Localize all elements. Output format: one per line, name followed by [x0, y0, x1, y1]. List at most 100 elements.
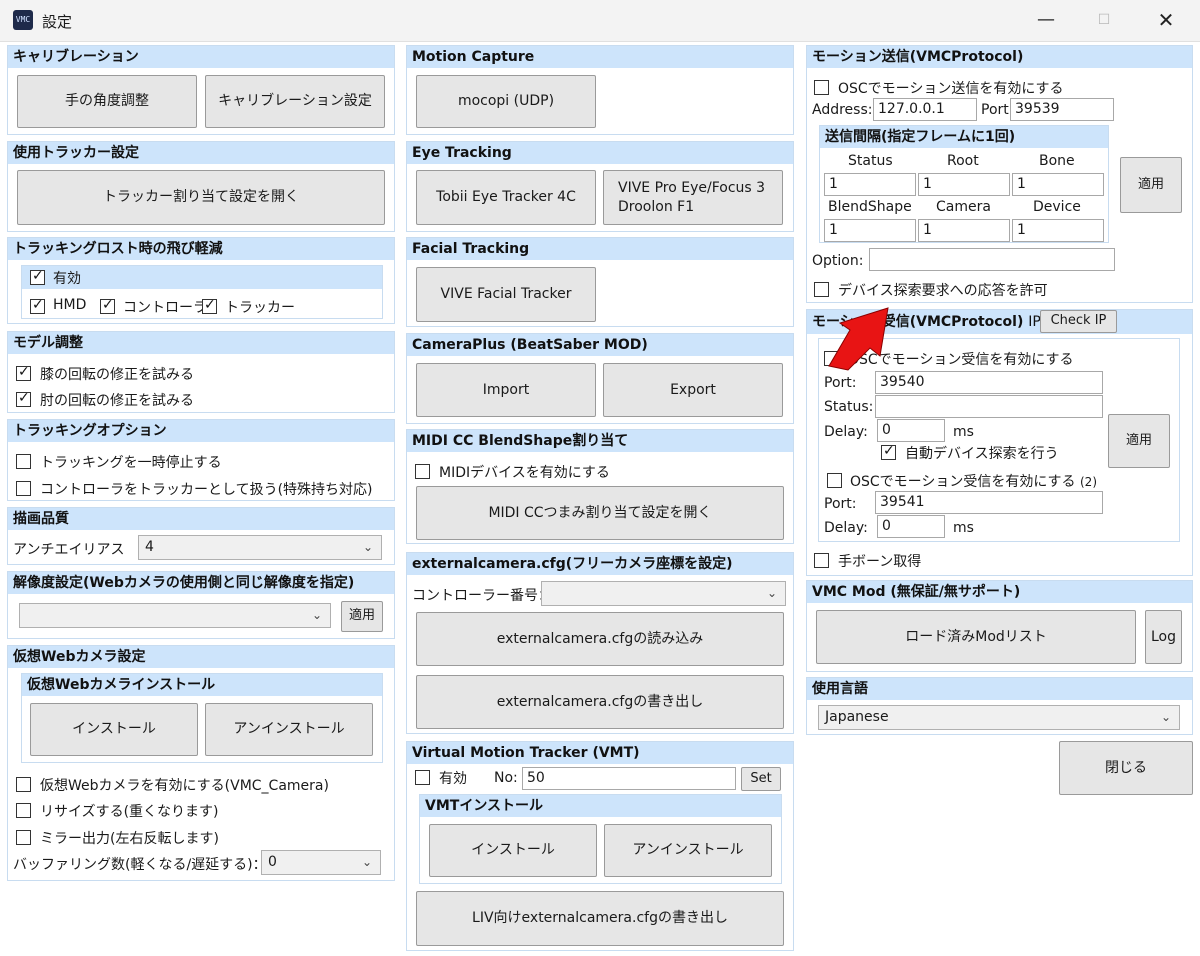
- tracker-settings-header: 使用トラッカー設定: [8, 142, 394, 164]
- facial-tracking-header: Facial Tracking: [407, 238, 793, 260]
- render-quality-header: 描画品質: [8, 508, 394, 530]
- vive-button-line1: VIVE Pro Eye/Focus 3: [618, 180, 766, 197]
- controller-as-tracker-checkbox[interactable]: [16, 481, 31, 496]
- motion-receive-apply-button[interactable]: 適用: [1108, 414, 1170, 468]
- webcam-uninstall-button[interactable]: アンインストール: [205, 703, 373, 756]
- midi-open-button[interactable]: MIDI CCつまみ割り当て設定を開く: [416, 486, 784, 540]
- language-select[interactable]: Japanese ⌄: [818, 705, 1180, 730]
- device-interval-input[interactable]: 1: [1012, 219, 1104, 242]
- hand-bone-checkbox[interactable]: [814, 553, 829, 568]
- close-icon[interactable]: ✕: [1138, 0, 1194, 42]
- root-interval-label: Root: [947, 153, 979, 169]
- receive-delay2-label: Delay:: [824, 520, 868, 536]
- elbow-checkbox[interactable]: [16, 390, 31, 407]
- webcam-mirror-checkbox[interactable]: [16, 830, 31, 845]
- blendshape-interval-label: BlendShape: [828, 199, 912, 215]
- resolution-apply-button[interactable]: 適用: [341, 601, 383, 632]
- mocopi-button[interactable]: mocopi (UDP): [416, 75, 596, 128]
- buffer-select[interactable]: 0 ⌄: [261, 850, 381, 875]
- controller-checkbox[interactable]: [100, 297, 115, 314]
- log-button[interactable]: Log: [1145, 610, 1182, 664]
- resolution-select[interactable]: ⌄: [19, 603, 331, 628]
- pause-tracking-label: トラッキングを一時停止する: [40, 455, 222, 471]
- auto-discovery-checkbox[interactable]: [881, 443, 896, 460]
- address-input[interactable]: 127.0.0.1: [873, 98, 977, 121]
- port-label: Port:: [981, 102, 1014, 118]
- receive2-suffix: (2): [1080, 475, 1097, 489]
- controller-no-select[interactable]: ⌄: [541, 581, 786, 606]
- webcam-install-button[interactable]: インストール: [30, 703, 198, 756]
- option-label: Option:: [812, 253, 864, 269]
- hand-angle-button[interactable]: 手の角度調整: [17, 75, 197, 128]
- language-value: Japanese: [825, 709, 889, 725]
- webcam-enable-label: 仮想Webカメラを有効にする(VMC_Camera): [40, 778, 329, 794]
- midi-enable-checkbox[interactable]: [415, 464, 430, 479]
- port-input[interactable]: 39539: [1010, 98, 1114, 121]
- vmt-uninstall-button[interactable]: アンインストール: [604, 824, 772, 877]
- title-bar: VMC 設定 — ☐ ✕: [0, 0, 1200, 42]
- maximize-icon[interactable]: ☐: [1076, 0, 1132, 42]
- receive2-enable-text: OSCでモーション受信を有効にする: [850, 474, 1076, 490]
- external-camera-write-button[interactable]: externalcamera.cfgの書き出し: [416, 675, 784, 729]
- antialias-value: 4: [145, 539, 154, 555]
- vmt-enabled-checkbox[interactable]: [415, 770, 430, 785]
- import-button[interactable]: Import: [416, 363, 596, 417]
- receive-port2-input[interactable]: 39541: [875, 491, 1103, 514]
- window-title: 設定: [42, 13, 73, 31]
- controller-no-label: コントローラー番号：: [412, 588, 552, 604]
- vive-pro-eye-button[interactable]: VIVE Pro Eye/Focus 3 Droolon F1: [603, 170, 783, 225]
- root-interval-input[interactable]: 1: [918, 173, 1010, 196]
- chevron-down-icon: ⌄: [766, 586, 777, 600]
- minimize-icon[interactable]: —: [1018, 0, 1074, 42]
- export-button[interactable]: Export: [603, 363, 783, 417]
- webcam-enable-checkbox[interactable]: [16, 777, 31, 792]
- device-interval-label: Device: [1033, 199, 1081, 215]
- antialias-select[interactable]: 4 ⌄: [138, 535, 382, 560]
- external-camera-header: externalcamera.cfg(フリーカメラ座標を設定): [407, 553, 793, 575]
- hmd-checkbox[interactable]: [30, 297, 45, 314]
- motion-send-header: モーション送信(VMCProtocol): [807, 46, 1192, 68]
- chevron-down-icon: ⌄: [361, 855, 372, 869]
- receive-delay2-input[interactable]: 0: [877, 515, 945, 538]
- external-camera-load-button[interactable]: externalcamera.cfgの読み込み: [416, 612, 784, 666]
- vive-facial-button[interactable]: VIVE Facial Tracker: [416, 267, 596, 322]
- close-button[interactable]: 閉じる: [1059, 741, 1193, 795]
- discovery-response-checkbox[interactable]: [814, 282, 829, 297]
- chevron-down-icon: ⌄: [311, 608, 322, 622]
- motion-send-apply-button[interactable]: 適用: [1120, 157, 1182, 213]
- vmt-set-button[interactable]: Set: [741, 767, 781, 791]
- vmt-install-button[interactable]: インストール: [429, 824, 597, 877]
- open-tracker-assign-button[interactable]: トラッカー割り当て設定を開く: [17, 170, 385, 225]
- option-input[interactable]: [869, 248, 1115, 271]
- receive-status-field: [875, 395, 1103, 418]
- check-ip-button[interactable]: Check IP: [1040, 310, 1117, 333]
- knee-checkbox[interactable]: [16, 364, 31, 381]
- eye-tracking-header: Eye Tracking: [407, 142, 793, 164]
- elbow-label: 肘の回転の修正を試みる: [40, 393, 194, 409]
- hmd-label: HMD: [53, 297, 87, 313]
- loaded-mods-button[interactable]: ロード済みModリスト: [816, 610, 1136, 664]
- calibration-header: キャリブレーション: [8, 46, 394, 68]
- vmt-no-input[interactable]: 50: [522, 767, 736, 790]
- webcam-install-header: 仮想Webカメラインストール: [22, 674, 382, 696]
- receive-delay1-input[interactable]: 0: [877, 419, 945, 442]
- receive-port1-input[interactable]: 39540: [875, 371, 1103, 394]
- tracker-checkbox[interactable]: [202, 297, 217, 314]
- discovery-response-label: デバイス探索要求への応答を許可: [838, 283, 1048, 299]
- bone-interval-input[interactable]: 1: [1012, 173, 1104, 196]
- motion-send-enable-checkbox[interactable]: [814, 80, 829, 95]
- vmt-enabled-label: 有効: [439, 771, 467, 787]
- buffer-value: 0: [268, 854, 277, 870]
- receive-port2-label: Port:: [824, 496, 857, 512]
- liv-export-button[interactable]: LIV向けexternalcamera.cfgの書き出し: [416, 891, 784, 946]
- lost-tracking-enabled-checkbox[interactable]: [30, 268, 45, 285]
- calibration-settings-button[interactable]: キャリブレーション設定: [205, 75, 385, 128]
- camera-interval-input[interactable]: 1: [918, 219, 1010, 242]
- webcam-resize-checkbox[interactable]: [16, 803, 31, 818]
- blendshape-interval-input[interactable]: 1: [824, 219, 916, 242]
- receive2-enable-checkbox[interactable]: [827, 473, 842, 488]
- status-interval-input[interactable]: 1: [824, 173, 916, 196]
- pause-tracking-checkbox[interactable]: [16, 454, 31, 469]
- knee-label: 膝の回転の修正を試みる: [40, 367, 194, 383]
- tobii-button[interactable]: Tobii Eye Tracker 4C: [416, 170, 596, 225]
